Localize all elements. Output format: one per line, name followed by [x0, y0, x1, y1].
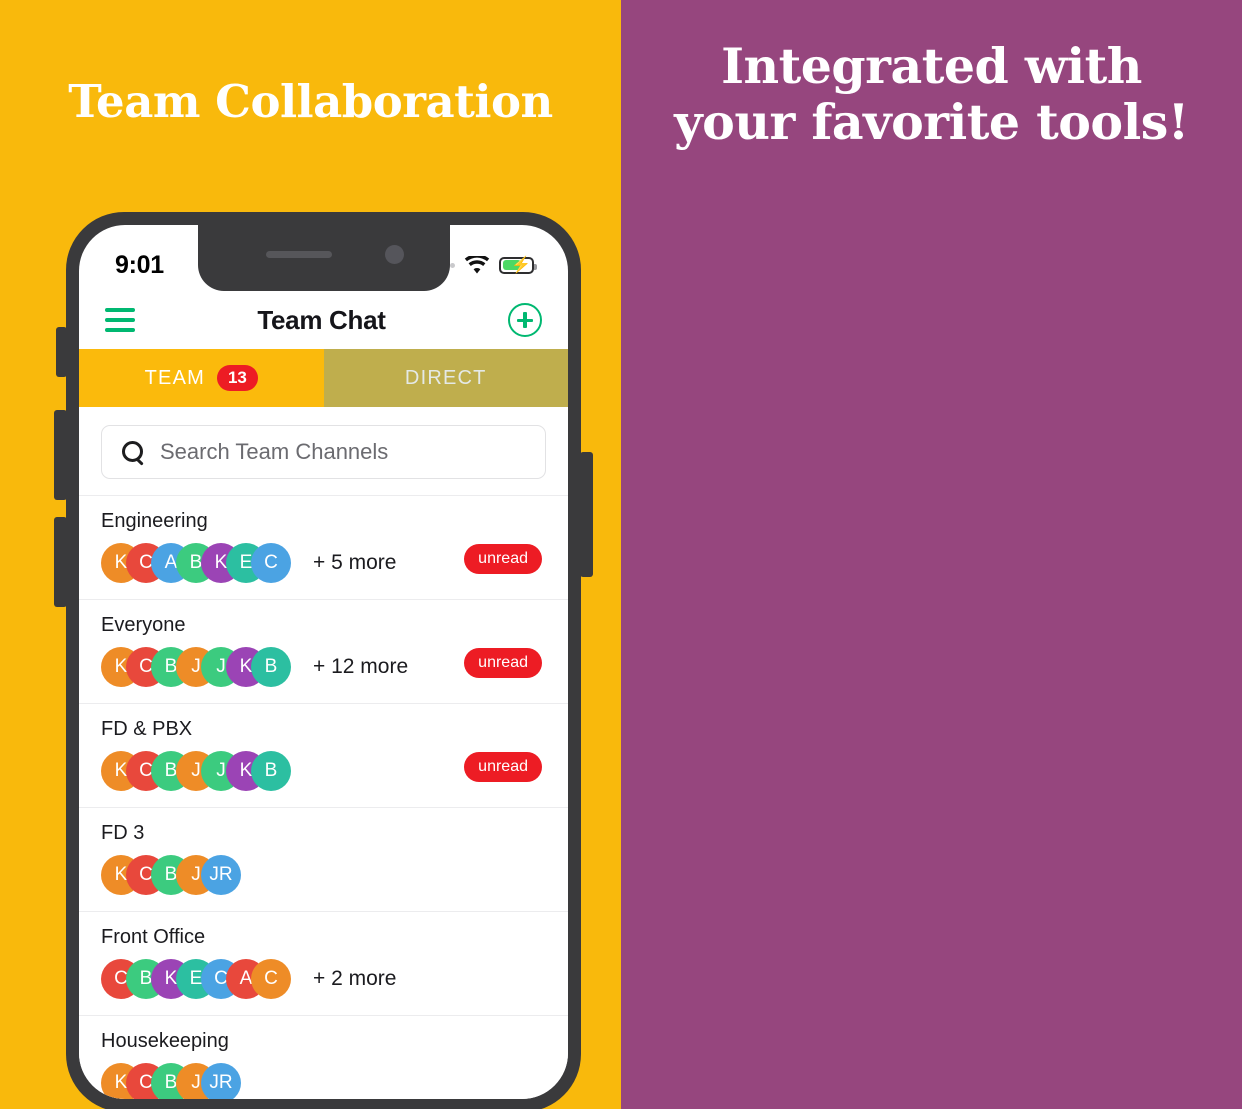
silent-switch[interactable]	[56, 327, 67, 377]
avatar-stack: KCABKEC	[101, 543, 291, 583]
channel-list-item[interactable]: FD & PBX K C B J J K B unread	[79, 703, 568, 807]
search-input[interactable]: Search Team Channels	[101, 425, 546, 479]
channel-name: Housekeeping	[101, 1030, 229, 1052]
tab-direct-label: DIRECT	[404, 366, 487, 389]
channel-more-count: + 12 more	[313, 655, 409, 678]
channel-name: Everyone	[101, 614, 186, 636]
search-icon	[122, 441, 144, 463]
channel-members-row: K C B J JR	[101, 1063, 546, 1099]
tab-direct[interactable]: DIRECT	[323, 349, 568, 407]
volume-up-button[interactable]	[54, 410, 67, 500]
tab-team[interactable]: TEAM 13	[79, 349, 324, 407]
notch	[197, 225, 450, 291]
plus-circle-icon[interactable]	[507, 303, 542, 337]
channel-name: FD & PBX	[101, 718, 193, 740]
status-time: 9:01	[115, 250, 164, 279]
avatar-stack: K C B J JR	[101, 1063, 241, 1099]
avatar: B	[251, 751, 291, 791]
status-badge: unread	[464, 648, 542, 678]
right-headline: Integrated with your favorite tools!	[674, 37, 1189, 152]
avatar: B	[251, 647, 291, 687]
promo-screenshot: Team Collaboration 9:01 ⚡ Team Chat TEAM…	[0, 0, 1242, 1109]
search-placeholder: Search Team Channels	[160, 439, 389, 464]
channel-list-item[interactable]: Housekeeping K C B J JR	[79, 1015, 568, 1099]
channel-more-count: + 5 more	[313, 551, 397, 574]
status-badge: unread	[464, 544, 542, 574]
channel-members-row: C B K E C A C + 2 more	[101, 959, 546, 999]
channel-list-item[interactable]: FD 3 K C B J JR	[79, 807, 568, 911]
tab-bar: TEAM 13 DIRECT	[79, 349, 568, 407]
channel-name: Front Office	[101, 926, 206, 948]
channel-members-row: K C B J JR	[101, 855, 546, 895]
avatar-stack: K C B J JR	[101, 855, 241, 895]
left-headline: Team Collaboration	[68, 75, 553, 128]
channel-name: FD 3	[101, 822, 145, 844]
avatar: C	[251, 959, 291, 999]
tab-team-badge: 13	[216, 365, 258, 391]
avatar-stack: KCBJJKB	[101, 647, 291, 687]
avatar-stack: KCBJJKB	[101, 751, 291, 791]
avatar: JR	[201, 1063, 241, 1099]
power-button[interactable]	[580, 452, 593, 577]
channel-list: Engineering K C A B K E C + 5 more unread Everyone…	[79, 495, 568, 1099]
channel-list-item[interactable]: Engineering K C A B K E C + 5 more unread	[79, 495, 568, 599]
channel-more-count: + 2 more	[313, 967, 397, 990]
avatar-stack: CBKECAC	[101, 959, 291, 999]
channel-list-item[interactable]: Front Office C B K E C A C + 2 more	[79, 911, 568, 1015]
left-phone-frame: 9:01 ⚡ Team Chat TEAM 13 DIRECT Search T…	[54, 212, 593, 1109]
channel-name: Engineering	[101, 510, 208, 532]
status-badge: unread	[464, 752, 542, 782]
channel-list-item[interactable]: Everyone K C B J J K B + 12 more unread	[79, 599, 568, 703]
left-phone-screen: 9:01 ⚡ Team Chat TEAM 13 DIRECT Search T…	[79, 225, 568, 1099]
left-promo-panel: Team Collaboration 9:01 ⚡ Team Chat TEAM…	[0, 0, 621, 1109]
avatar: C	[251, 543, 291, 583]
tab-team-label: TEAM	[144, 366, 205, 389]
wifi-icon	[464, 255, 490, 273]
page-title: Team Chat	[257, 304, 386, 335]
battery-icon: ⚡	[499, 256, 537, 274]
hamburger-menu-icon[interactable]	[105, 308, 135, 332]
right-promo-panel: Integrated with your favorite tools! 9:1…	[621, 0, 1242, 1109]
search-section: Search Team Channels	[79, 407, 568, 495]
front-camera	[384, 245, 404, 264]
earpiece-speaker	[265, 251, 332, 258]
volume-down-button[interactable]	[54, 517, 67, 607]
app-nav-bar: Team Chat	[79, 291, 568, 349]
avatar: JR	[201, 855, 241, 895]
